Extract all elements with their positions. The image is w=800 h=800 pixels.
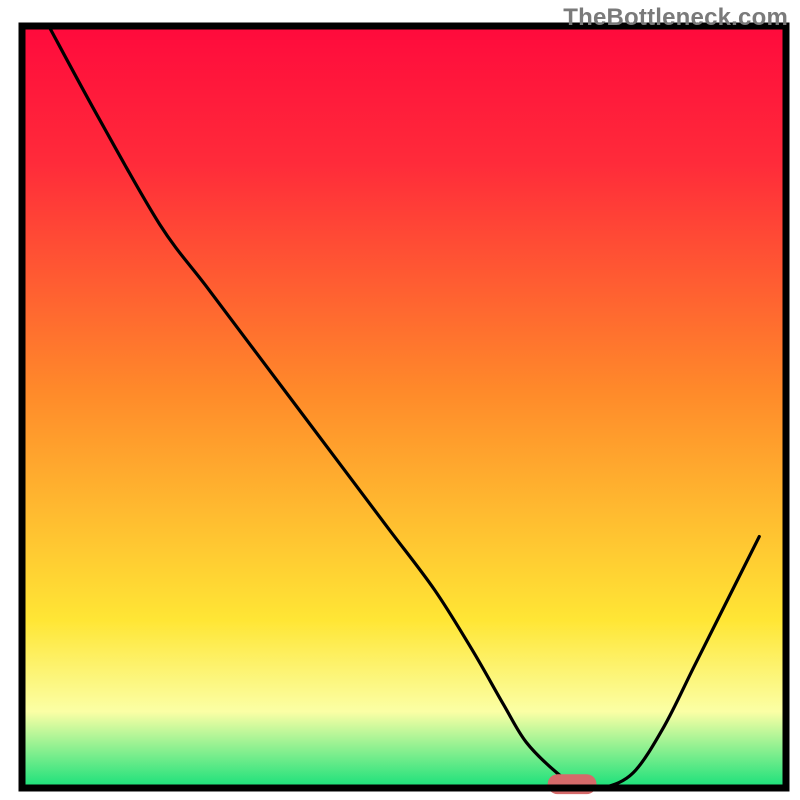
- watermark-text: TheBottleneck.com: [563, 4, 788, 32]
- chart-stage: TheBottleneck.com: [0, 0, 800, 800]
- gradient-background: [22, 26, 786, 788]
- bottleneck-chart: [0, 0, 800, 800]
